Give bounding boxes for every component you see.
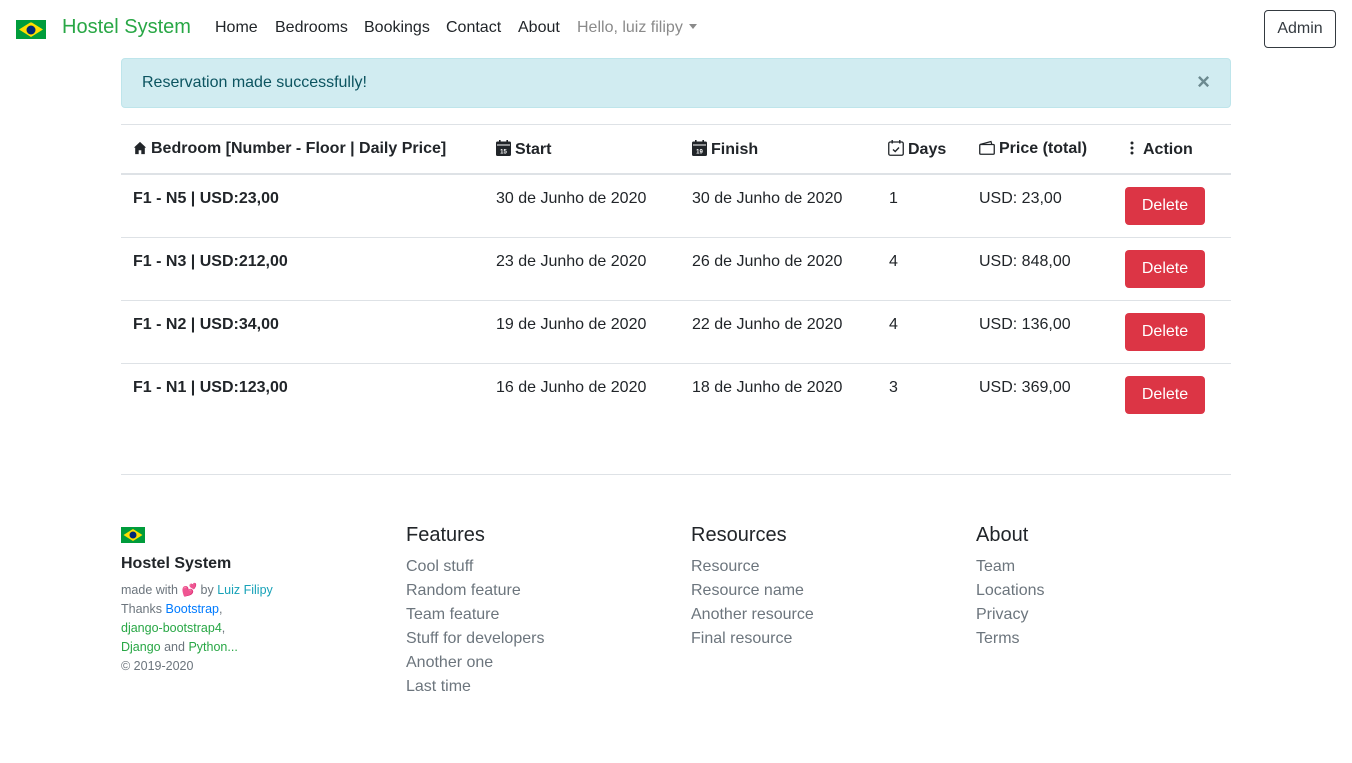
header-days: Days xyxy=(888,140,946,159)
django-python-line: Django and Python... xyxy=(121,640,238,654)
table-header: Bedroom [Number - Floor | Daily Price] 1… xyxy=(121,124,1231,175)
table-row: F1 - N5 | USD:23,00 30 de Junho de 2020 … xyxy=(121,175,1231,238)
cell-finish: 30 de Junho de 2020 xyxy=(692,190,843,207)
header-bedroom: Bedroom [Number - Floor | Daily Price] xyxy=(133,140,446,158)
nav-home[interactable]: Home xyxy=(215,19,258,37)
footer-col-title: Resources xyxy=(691,524,787,546)
django-bootstrap-link[interactable]: django-bootstrap4 xyxy=(121,621,222,635)
footer-col-title: Features xyxy=(406,524,485,546)
footer-link[interactable]: Stuff for developers xyxy=(406,627,544,651)
footer-link[interactable]: Last time xyxy=(406,675,544,699)
header-start: 15 Start xyxy=(496,140,551,159)
close-icon[interactable]: × xyxy=(1197,71,1210,93)
nav-bookings[interactable]: Bookings xyxy=(364,19,430,37)
table-row: F1 - N3 | USD:212,00 23 de Junho de 2020… xyxy=(121,238,1231,301)
calendar-icon: 19 xyxy=(692,140,707,156)
caret-down-icon xyxy=(688,24,697,29)
footer-link[interactable]: Final resource xyxy=(691,627,814,651)
footer-col-features: Features Cool stuff Random feature Team … xyxy=(406,523,544,699)
cell-price: USD: 23,00 xyxy=(979,190,1062,207)
cell-price: USD: 369,00 xyxy=(979,379,1071,396)
cell-start: 30 de Junho de 2020 xyxy=(496,190,647,207)
header-action: Action xyxy=(1125,140,1193,159)
python-link[interactable]: Python... xyxy=(188,640,237,654)
footer-col-title: About xyxy=(976,524,1029,546)
django-bootstrap-line: django-bootstrap4, xyxy=(121,621,226,635)
cell-finish: 26 de Junho de 2020 xyxy=(692,253,843,270)
delete-button[interactable]: Delete xyxy=(1125,187,1205,225)
bookings-table: Bedroom [Number - Floor | Daily Price] 1… xyxy=(121,124,1231,427)
brazil-flag-icon xyxy=(121,527,145,543)
django-link[interactable]: Django xyxy=(121,640,161,654)
footer-link[interactable]: Locations xyxy=(976,579,1045,603)
cell-bedroom: F1 - N5 | USD:23,00 xyxy=(133,190,279,207)
footer-link[interactable]: Resource xyxy=(691,555,814,579)
cell-start: 23 de Junho de 2020 xyxy=(496,253,647,270)
cell-days: 3 xyxy=(889,379,898,396)
brazil-flag-icon[interactable] xyxy=(16,20,46,39)
user-dropdown[interactable]: Hello, luiz filipy xyxy=(577,19,697,37)
footer-link[interactable]: Another resource xyxy=(691,603,814,627)
svg-text:15: 15 xyxy=(500,150,507,156)
svg-text:19: 19 xyxy=(696,150,703,156)
footer-link[interactable]: Team xyxy=(976,555,1045,579)
cell-bedroom: F1 - N3 | USD:212,00 xyxy=(133,253,288,270)
footer-link[interactable]: Resource name xyxy=(691,579,814,603)
cell-finish: 18 de Junho de 2020 xyxy=(692,379,843,396)
nav-bedrooms[interactable]: Bedrooms xyxy=(275,19,348,37)
calendar-icon: 15 xyxy=(496,140,511,156)
copyright: © 2019-2020 xyxy=(121,659,194,673)
footer-brand: Hostel System xyxy=(121,555,232,572)
delete-button[interactable]: Delete xyxy=(1125,250,1205,288)
user-greeting: Hello, luiz filipy xyxy=(577,19,683,36)
cell-start: 19 de Junho de 2020 xyxy=(496,316,647,333)
nav-contact[interactable]: Contact xyxy=(446,19,501,37)
footer-link[interactable]: Random feature xyxy=(406,579,544,603)
bootstrap-link[interactable]: Bootstrap xyxy=(165,602,219,616)
table-row: F1 - N2 | USD:34,00 19 de Junho de 2020 … xyxy=(121,301,1231,364)
footer-col-resources: Resources Resource Resource name Another… xyxy=(691,523,814,651)
cell-start: 16 de Junho de 2020 xyxy=(496,379,647,396)
navbar: Hostel System Home Bedrooms Bookings Con… xyxy=(0,0,1352,57)
house-icon xyxy=(133,141,147,155)
made-with-line: made with 💕 by Luiz Filipy xyxy=(121,583,273,597)
cell-bedroom: F1 - N2 | USD:34,00 xyxy=(133,316,279,333)
footer-link[interactable]: Another one xyxy=(406,651,544,675)
thanks-line: Thanks Bootstrap, xyxy=(121,602,223,616)
footer-link[interactable]: Team feature xyxy=(406,603,544,627)
header-finish: 19 Finish xyxy=(692,140,758,159)
wallet-icon xyxy=(979,140,995,155)
calendar-check-icon xyxy=(888,140,904,156)
footer-link[interactable]: Terms xyxy=(976,627,1045,651)
delete-button[interactable]: Delete xyxy=(1125,376,1205,414)
alert-message: Reservation made successfully! xyxy=(142,74,367,91)
footer-link[interactable]: Privacy xyxy=(976,603,1045,627)
cell-days: 1 xyxy=(889,190,898,207)
header-price: Price (total) xyxy=(979,140,1087,158)
delete-button[interactable]: Delete xyxy=(1125,313,1205,351)
cell-days: 4 xyxy=(889,253,898,270)
author-link[interactable]: Luiz Filipy xyxy=(217,583,273,597)
heart-icon: 💕 xyxy=(181,583,198,597)
table-row: F1 - N1 | USD:123,00 16 de Junho de 2020… xyxy=(121,364,1231,427)
success-alert: Reservation made successfully! × xyxy=(121,58,1231,108)
cell-bedroom: F1 - N1 | USD:123,00 xyxy=(133,379,288,396)
footer-col-about: About Team Locations Privacy Terms xyxy=(976,523,1045,651)
admin-button[interactable]: Admin xyxy=(1264,10,1336,48)
cell-finish: 22 de Junho de 2020 xyxy=(692,316,843,333)
cell-days: 4 xyxy=(889,316,898,333)
kebab-menu-icon xyxy=(1130,141,1134,155)
footer-divider xyxy=(121,474,1231,475)
cell-price: USD: 848,00 xyxy=(979,253,1071,270)
nav-about[interactable]: About xyxy=(518,19,560,37)
cell-price: USD: 136,00 xyxy=(979,316,1071,333)
footer-link[interactable]: Cool stuff xyxy=(406,555,544,579)
brand-link[interactable]: Hostel System xyxy=(62,16,191,39)
